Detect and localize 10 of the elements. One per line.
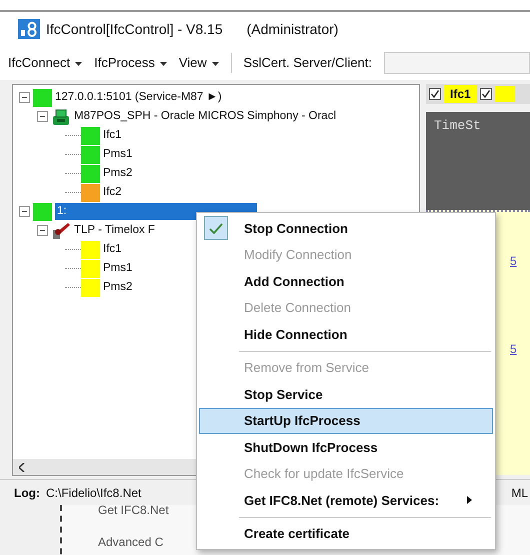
field-label: SslCert. Server/Client: — [243, 54, 372, 72]
background-text: Advanced C — [98, 534, 164, 551]
window-title: IfcControl[IfcControl] - V8.15 — [46, 20, 223, 39]
background-text: Get IFC8.Net — [98, 502, 169, 519]
filter-label: Ifc1 — [444, 85, 477, 103]
log-text: ML — [511, 484, 528, 502]
log-path: C:\Fidelio\Ifc8.Net — [46, 484, 142, 502]
console-header: TimeSt — [426, 112, 530, 210]
window-subtitle: (Administrator) — [246, 20, 338, 39]
log-label: Log: — [14, 484, 40, 502]
